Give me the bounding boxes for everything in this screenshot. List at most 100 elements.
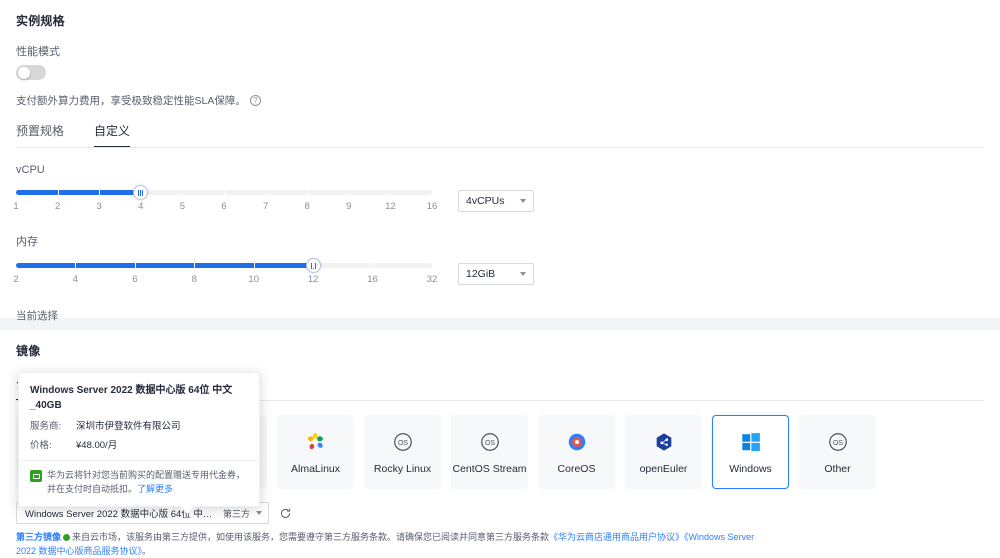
vcpu-select[interactable]: 4vCPUs	[458, 190, 534, 212]
track-segment-divider	[390, 190, 392, 195]
memory-select-value: 12GiB	[466, 268, 496, 280]
notice-period: 。	[142, 545, 152, 556]
os-card-other[interactable]: OS Other	[799, 415, 876, 489]
openeuler-icon	[652, 430, 676, 454]
coreos-icon	[565, 430, 589, 454]
os-card-label: Other	[824, 462, 851, 475]
image-panel: 镜像 公共镜像 私有镜像 共享镜像 EulerOSDebianOpenSUSEA…	[0, 330, 1000, 558]
track-segment-divider	[75, 263, 77, 268]
track-segment-divider	[99, 190, 101, 195]
performance-mode-description-row: 支付额外算力费用，享受极致稳定性能SLA保障。 ?	[16, 93, 1000, 108]
track-segment-divider	[194, 263, 196, 268]
specs-section-title: 实例规格	[16, 14, 65, 28]
tick-label: 6	[132, 274, 138, 285]
spec-mode-tabs: 预置规格 自定义	[0, 108, 1000, 148]
memory-slider-area: 2 4 6 8 10 12 16 32	[13, 258, 437, 290]
track-segment-divider	[57, 190, 59, 195]
os-card-label: Rocky Linux	[373, 462, 432, 475]
os-generic-icon: OS	[478, 430, 502, 454]
os-card-openeuler[interactable]: openEuler	[625, 415, 702, 489]
os-card-windows[interactable]: Windows	[712, 415, 789, 489]
tooltip-price-row: 价格: ¥48.00/月	[30, 437, 248, 451]
memory-tick-labels: 2 4 6 8 10 12 16 32	[13, 274, 437, 290]
os-generic-icon: OS	[391, 430, 415, 454]
memory-label: 内存	[16, 236, 38, 248]
os-card-centos-stream[interactable]: OS CentOS Stream	[451, 415, 528, 489]
image-detail-tooltip: Windows Server 2022 数据中心版 64位 中文_40GB 服务…	[18, 372, 260, 515]
tick-label: 8	[304, 201, 310, 212]
vcpu-slider-fill	[16, 190, 141, 195]
toggle-knob	[18, 66, 30, 79]
third-party-notice: 第三方镜像 来自云市场，该服务由第三方提供，如使用该服务，您需要遵守第三方服务条款…	[0, 524, 760, 558]
os-card-rocky-linux[interactable]: OS Rocky Linux	[364, 415, 441, 489]
tick-label: 12	[385, 201, 396, 212]
os-generic-icon: OS	[826, 430, 850, 454]
memory-slider-block: 内存 2 4 6 8 10 12 16 32 12GiB	[0, 217, 1000, 290]
current-selection-caption: 当前选择	[16, 310, 58, 322]
track-segment-divider	[265, 190, 267, 195]
track-segment-divider	[224, 190, 225, 195]
tooltip-provider-value: 深圳市伊登软件有限公司	[76, 421, 181, 432]
tooltip-provider-row: 服务商: 深圳市伊登软件有限公司	[30, 418, 248, 432]
tick-label: 8	[191, 274, 197, 285]
tick-label: 32	[426, 274, 438, 285]
memory-slider-track[interactable]	[16, 258, 432, 273]
vcpu-label: vCPU	[16, 164, 45, 176]
os-card-label: AlmaLinux	[290, 462, 341, 475]
tooltip-provider-key: 服务商:	[30, 421, 62, 432]
track-segment-divider	[253, 263, 255, 268]
notice-line-1: 第三方镜像 来自云市场，该服务由第三方提供，如使用该服务，您需要遵守第三方服务条款…	[16, 531, 760, 558]
track-segment-divider	[348, 190, 350, 195]
tick-label: 6	[221, 201, 227, 212]
image-section-title: 镜像	[16, 344, 41, 358]
instance-specs-panel: 实例规格 性能模式 支付额外算力费用，享受极致稳定性能SLA保障。 ? 预置规格…	[0, 0, 1000, 366]
chevron-down-icon	[256, 511, 262, 515]
tooltip-price-value: ¥48.00/月	[76, 440, 118, 451]
tick-label: 5	[179, 201, 186, 212]
tick-label: 16	[367, 274, 378, 285]
tooltip-coupon-text: 华为云将针对您当前购买的配置赠送专用代金券，并在支付时自动抵扣。了解更多	[47, 469, 248, 497]
memory-select[interactable]: 12GiB	[458, 263, 534, 285]
tick-label: 4	[72, 274, 79, 285]
tabs-underline	[16, 147, 984, 148]
tab-custom-specs[interactable]: 自定义	[94, 122, 131, 148]
tick-label: 9	[346, 201, 352, 212]
os-card-label: openEuler	[639, 462, 688, 475]
tick-label: 2	[54, 201, 61, 212]
tooltip-title: Windows Server 2022 数据中心版 64位 中文_40GB	[30, 385, 233, 411]
tab-preset-specs[interactable]: 预置规格	[16, 122, 64, 148]
user-agreement-link[interactable]: 《华为云商店通用商品用户协议》	[549, 532, 684, 542]
svg-text:OS: OS	[397, 440, 407, 447]
vcpu-slider-track[interactable]	[16, 185, 432, 200]
tooltip-divider	[19, 460, 259, 461]
tick-label: 16	[426, 201, 438, 212]
tick-label: 1	[13, 201, 19, 212]
os-card-coreos[interactable]: CoreOS	[538, 415, 615, 489]
svg-text:OS: OS	[832, 440, 842, 447]
coupon-badge-icon	[30, 470, 42, 482]
track-segment-divider	[372, 263, 374, 268]
coupon-learn-more-link[interactable]: 了解更多	[137, 484, 173, 494]
tooltip-price-key: 价格:	[30, 440, 52, 451]
third-party-badge: 第三方镜像	[16, 532, 62, 542]
vcpu-tick-labels: 1 2 3 4 5 6 7 8 9 12 16	[13, 201, 437, 217]
windows-logo-icon	[739, 430, 763, 454]
track-segment-divider	[182, 190, 184, 195]
performance-mode-toggle[interactable]	[16, 65, 46, 80]
chevron-down-icon	[520, 199, 526, 203]
os-card-label: CoreOS	[557, 462, 596, 475]
track-segment-divider	[140, 190, 142, 195]
os-card-label: Windows	[729, 462, 772, 475]
question-mark-icon[interactable]: ?	[249, 95, 261, 106]
tick-label: 12	[307, 274, 319, 285]
vcpu-select-value: 4vCPUs	[466, 195, 505, 207]
tooltip-coupon-note-row: 华为云将针对您当前购买的配置赠送专用代金券，并在支付时自动抵扣。了解更多	[30, 469, 248, 497]
memory-slider-row: 2 4 6 8 10 12 16 32 12GiB	[13, 258, 1000, 290]
vcpu-slider-block: vCPU 1 2 3 4 5 6 7 8 9 12 16 4vCPUs	[0, 148, 1000, 217]
tick-label: 2	[13, 274, 19, 285]
refresh-icon[interactable]	[278, 506, 293, 521]
page-root: 实例规格 性能模式 支付额外算力费用，享受极致稳定性能SLA保障。 ? 预置规格…	[0, 0, 1000, 558]
performance-mode-description: 支付额外算力费用，享受极致稳定性能SLA保障。	[16, 95, 246, 107]
os-card-almalinux[interactable]: AlmaLinux	[277, 415, 354, 489]
notice-text-1: 来自云市场，该服务由第三方提供，如使用该服务，您需要遵守第三方服务条款。请确保您…	[72, 532, 550, 542]
